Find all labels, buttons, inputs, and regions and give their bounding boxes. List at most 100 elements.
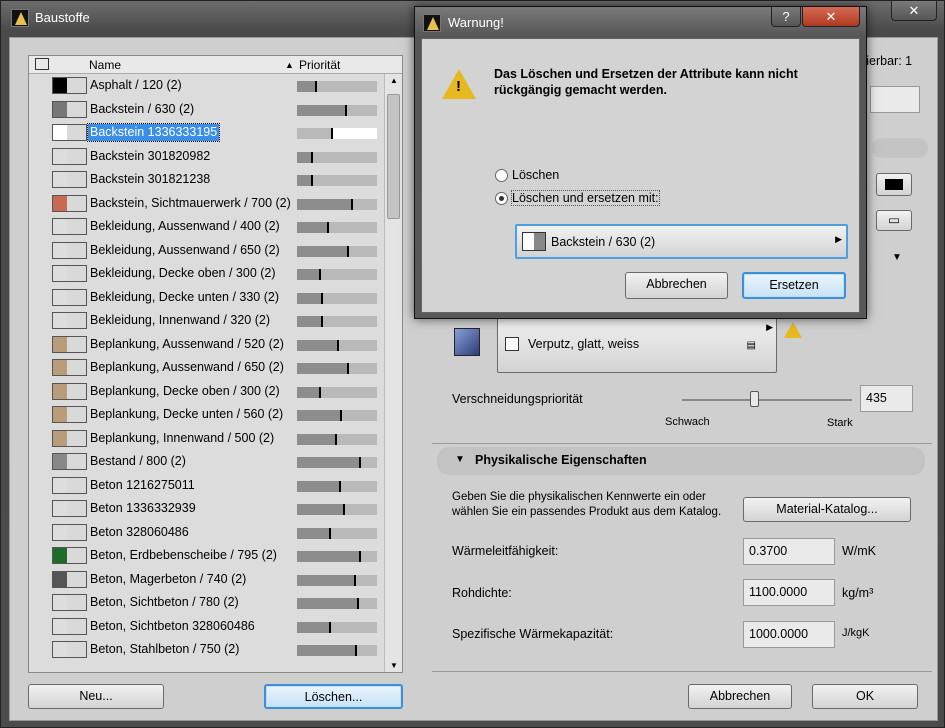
list-item[interactable]: Backstein 1336333195	[29, 121, 383, 144]
material-swatch-icon	[52, 100, 87, 118]
list-item[interactable]: Bestand / 800 (2)	[29, 450, 383, 473]
list-item[interactable]: Beton, Magerbeton / 740 (2)	[29, 568, 383, 591]
list-item[interactable]: Bekleidung, Aussenwand / 650 (2)	[29, 239, 383, 262]
material-swatch-icon	[52, 241, 87, 259]
slider-weak-label: Schwach	[665, 416, 710, 428]
submenu-arrow-icon: ▶	[766, 322, 773, 332]
list-item[interactable]: Beton 1336332939	[29, 497, 383, 520]
list-item-label: Backstein 301820982	[90, 148, 211, 163]
color-swatch-button[interactable]	[876, 173, 912, 196]
priority-bar	[297, 198, 377, 210]
list-item[interactable]: Beplankung, Decke unten / 560 (2)	[29, 403, 383, 426]
radio-replace[interactable]	[495, 192, 508, 205]
list-item[interactable]: Bekleidung, Decke unten / 330 (2)	[29, 286, 383, 309]
display-button[interactable]: ▭	[876, 210, 912, 231]
scroll-down-icon[interactable]: ▼	[390, 661, 398, 670]
heat-capacity-input[interactable]: 1000.0000	[743, 621, 835, 648]
priority-bar	[297, 292, 377, 304]
surface-selector[interactable]: Verputz, glatt, weiss ▤ ▶	[497, 315, 777, 373]
material-swatch-icon	[52, 500, 87, 517]
list-item[interactable]: Bekleidung, Innenwand / 320 (2)	[29, 309, 383, 332]
dialog-cancel-button[interactable]: Abbrechen	[625, 272, 728, 299]
material-list[interactable]: Name ▲ Priorität Asphalt / 120 (2) Backst…	[28, 55, 403, 673]
material-swatch-icon	[52, 335, 87, 353]
dialog-close-button[interactable]: ✕	[802, 7, 860, 27]
list-scrollbar[interactable]: ▲ ▼	[384, 74, 402, 672]
warning-message-line1: Das Löschen und Ersetzen der Attribute k…	[494, 67, 798, 81]
dialog-replace-button[interactable]: Ersetzen	[742, 272, 846, 299]
priority-bar	[297, 175, 377, 186]
main-window: Baustoffe ✕ Name ▲ Priorität Asphalt / 1…	[0, 0, 945, 728]
list-item[interactable]: Beplankung, Innenwand / 500 (2)	[29, 427, 383, 450]
list-item[interactable]: Beton, Stahlbeton / 750 (2)	[29, 638, 383, 661]
priority-bar-fill	[297, 433, 337, 445]
density-label: Rohdichte:	[452, 586, 512, 600]
dialog-logo-icon	[423, 14, 441, 32]
cancel-button[interactable]: Abbrechen	[688, 684, 792, 709]
list-item[interactable]: Beton, Sichtbeton / 780 (2)	[29, 591, 383, 614]
material-swatch-icon	[52, 453, 87, 470]
dropdown-arrow-icon[interactable]: ▼	[892, 248, 912, 268]
divider	[432, 443, 932, 444]
material-swatch-icon	[52, 194, 87, 212]
warning-dialog: Warnung! ? ✕ ! Das Löschen und Ersetzen …	[414, 6, 867, 319]
delete-button[interactable]: Löschen...	[264, 684, 403, 709]
list-item[interactable]: Beton, Erdbebenscheibe / 795 (2)	[29, 544, 383, 567]
list-item[interactable]: Beplankung, Decke oben / 300 (2)	[29, 380, 383, 403]
new-button[interactable]: Neu...	[28, 684, 164, 709]
list-item[interactable]: Beton 1216275011	[29, 474, 383, 497]
ok-button[interactable]: OK	[812, 684, 918, 709]
window-title: Baustoffe	[35, 10, 90, 25]
material-catalog-button[interactable]: Material-Katalog...	[743, 497, 911, 522]
window-close-button[interactable]: ✕	[891, 1, 937, 21]
dialog-client: ! Das Löschen und Ersetzen der Attribute…	[421, 38, 860, 313]
priority-bar-fill	[297, 245, 349, 257]
list-item[interactable]: Asphalt / 120 (2)	[29, 74, 383, 97]
radio-replace-label[interactable]: Löschen und ersetzen mit:	[511, 190, 660, 206]
priority-slider-thumb[interactable]	[750, 391, 759, 407]
priority-bar	[297, 363, 377, 374]
priority-bar	[297, 457, 377, 468]
list-item[interactable]: Beton, Sichtbeton 328060486	[29, 615, 383, 638]
physical-section-header[interactable]: ▼ Physikalische Eigenschaften	[437, 447, 925, 475]
material-swatch-icon	[52, 429, 87, 447]
list-item[interactable]: Backstein, Sichtmauerwerk / 700 (2)	[29, 192, 383, 215]
density-input[interactable]: 1100.0000	[743, 579, 835, 606]
replacement-selector[interactable]: Backstein / 630 (2) ▶	[515, 224, 848, 259]
document-icon: ▤	[746, 340, 756, 351]
list-item[interactable]: Beplankung, Aussenwand / 650 (2)	[29, 356, 383, 379]
priority-bar-fill	[297, 551, 361, 562]
replacement-arrow-icon: ▶	[835, 234, 842, 244]
intersection-priority-input[interactable]: 435	[860, 385, 913, 412]
list-item[interactable]: Bekleidung, Decke oben / 300 (2)	[29, 262, 383, 285]
column-header-priority[interactable]: Priorität	[299, 58, 340, 72]
material-swatch-icon	[52, 124, 87, 141]
priority-bar-fill	[297, 222, 329, 233]
list-item[interactable]: Beplankung, Aussenwand / 520 (2)	[29, 333, 383, 356]
radio-delete[interactable]	[495, 169, 508, 182]
priority-bar-fill	[297, 574, 356, 586]
radio-delete-label[interactable]: Löschen	[512, 168, 559, 182]
priority-bar	[297, 245, 377, 257]
list-item-label: Bekleidung, Decke oben / 300 (2)	[90, 266, 276, 280]
list-item[interactable]: Beton 328060486	[29, 521, 383, 544]
priority-slider-track[interactable]	[682, 399, 852, 401]
partial-field[interactable]	[870, 86, 920, 113]
list-item[interactable]: Bekleidung, Aussenwand / 400 (2)	[29, 215, 383, 238]
list-item-label: Beplankung, Aussenwand / 520 (2)	[90, 336, 284, 351]
column-header-name[interactable]: Name	[89, 58, 121, 72]
scrollbar-thumb[interactable]	[387, 94, 400, 219]
priority-bar-fill	[297, 198, 353, 210]
warning-message-line2: rückgängig gemacht werden.	[494, 83, 667, 97]
dialog-help-button[interactable]: ?	[771, 7, 801, 27]
list-item[interactable]: Backstein 301821238	[29, 168, 383, 191]
material-swatch-icon	[52, 218, 87, 235]
warning-small-icon	[784, 322, 802, 338]
scroll-up-icon[interactable]: ▲	[390, 76, 398, 85]
material-swatch-icon	[52, 547, 87, 564]
conductivity-label: Wärmeleitfähigkeit:	[452, 544, 559, 558]
material-swatch-icon	[52, 382, 87, 400]
conductivity-input[interactable]: 0.3700	[743, 538, 835, 565]
list-item[interactable]: Backstein 301820982	[29, 145, 383, 168]
list-item[interactable]: Backstein / 630 (2)	[29, 98, 383, 121]
